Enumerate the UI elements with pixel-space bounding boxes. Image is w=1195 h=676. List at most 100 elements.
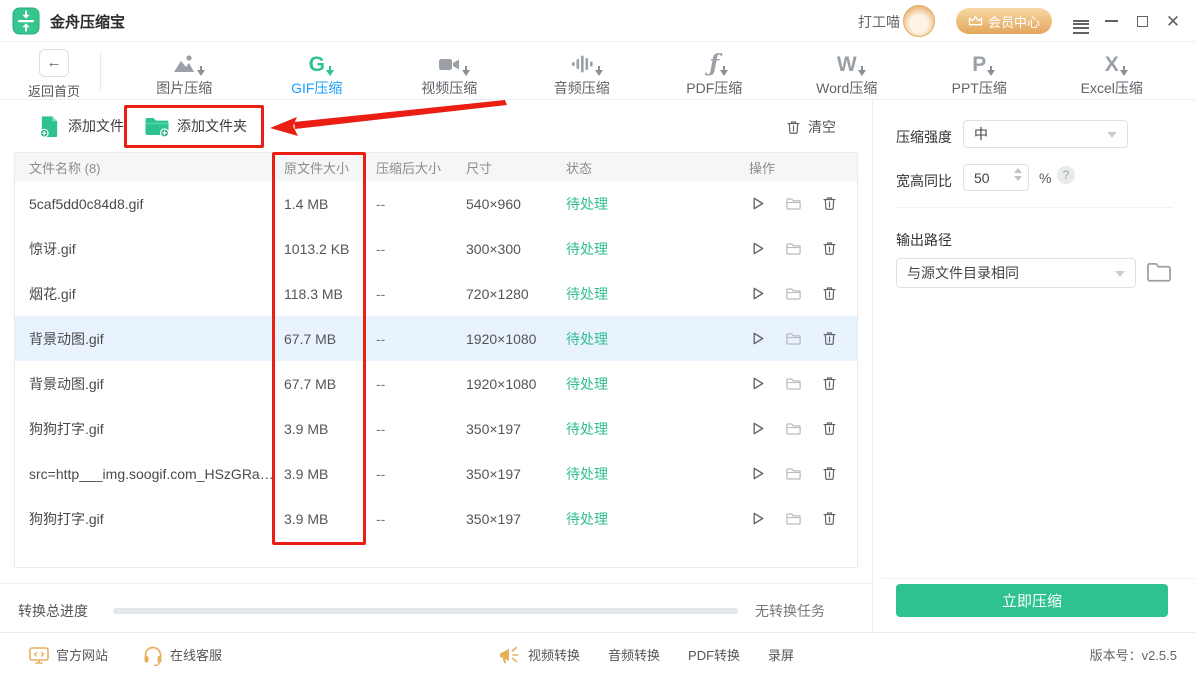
header-compressed-size: 压缩后大小 [376, 158, 466, 177]
open-folder-button[interactable] [785, 510, 802, 527]
megaphone-icon [498, 644, 522, 666]
open-folder-button[interactable] [785, 420, 802, 437]
play-button[interactable] [749, 285, 766, 302]
audio-convert-link[interactable]: 音频转换 [608, 645, 660, 664]
audio-compress-icon [570, 49, 594, 75]
footer-bar: 官方网站 在线客服 视频转换 音频转换 PDF转换 录屏 版本号：v2.5.5 [0, 632, 1195, 676]
browse-folder-button[interactable] [1145, 258, 1173, 286]
header-original-size: 原文件大小 [284, 158, 376, 177]
open-folder-button[interactable] [785, 330, 802, 347]
play-button[interactable] [749, 330, 766, 347]
headset-icon [142, 644, 164, 666]
ppt-compress-icon: P [972, 49, 986, 75]
delete-button[interactable] [821, 375, 838, 392]
open-folder-button[interactable] [785, 465, 802, 482]
output-path-dropdown[interactable]: 与源文件目录相同 [896, 258, 1136, 288]
table-row[interactable]: src=http___img.soogif.com_HSzGRass8.. 3.… [15, 451, 857, 496]
play-button[interactable] [749, 420, 766, 437]
play-button[interactable] [749, 195, 766, 212]
nav-divider [100, 52, 101, 90]
ratio-stepper[interactable] [1014, 168, 1022, 181]
settings-panel: 压缩强度 中 宽高同比 % ? 输出路径 与源文件目录相同 立即压缩 [872, 100, 1195, 632]
open-folder-button[interactable] [785, 195, 802, 212]
table-row[interactable]: 烟花.gif 118.3 MB -- 720×1280 待处理 [15, 271, 857, 316]
menu-button[interactable] [1066, 0, 1096, 42]
back-arrow-icon: ← [39, 49, 69, 77]
table-row[interactable]: 5caf5dd0c84d8.gif 1.4 MB -- 540×960 待处理 [15, 181, 857, 226]
image-compress-icon [172, 49, 196, 75]
back-home-label: 返回首页 [26, 81, 82, 100]
header-dimensions: 尺寸 [466, 158, 566, 177]
tab-excel-compress[interactable]: X Excel压缩 [1046, 42, 1179, 100]
add-file-button[interactable]: 添加文件 [38, 114, 124, 138]
username[interactable]: 打工喵 [858, 12, 900, 32]
pdf-convert-link[interactable]: PDF转换 [688, 645, 740, 664]
table-row[interactable]: 惊讶.gif 1013.2 KB -- 300×300 待处理 [15, 226, 857, 271]
add-folder-button[interactable]: 添加文件夹 [144, 114, 247, 138]
official-site-link[interactable]: 官方网站 [28, 644, 108, 666]
status-badge: 待处理 [566, 194, 749, 214]
ratio-label: 宽高同比 [896, 171, 952, 191]
clear-list-button[interactable]: 清空 [785, 117, 836, 137]
status-badge: 待处理 [566, 419, 749, 439]
delete-button[interactable] [821, 420, 838, 437]
tab-word-compress[interactable]: W Word压缩 [781, 42, 914, 100]
add-file-label: 添加文件 [68, 116, 124, 136]
open-folder-button[interactable] [785, 375, 802, 392]
panel-divider [881, 578, 1195, 579]
play-button[interactable] [749, 510, 766, 527]
play-button[interactable] [749, 375, 766, 392]
status-badge: 待处理 [566, 329, 749, 349]
video-convert-link[interactable]: 视频转换 [498, 644, 580, 666]
tab-ppt-compress[interactable]: P PPT压缩 [913, 42, 1046, 100]
delete-button[interactable] [821, 510, 838, 527]
progress-bar [113, 608, 738, 614]
tab-audio-compress[interactable]: 音频压缩 [516, 42, 649, 100]
table-row[interactable]: 狗狗打字.gif 3.9 MB -- 350×197 待处理 [15, 406, 857, 451]
output-path-value: 与源文件目录相同 [907, 263, 1019, 283]
close-button[interactable]: ✕ [1158, 0, 1188, 42]
open-folder-button[interactable] [785, 285, 802, 302]
delete-button[interactable] [821, 240, 838, 257]
video-compress-icon [437, 49, 461, 75]
header-status: 状态 [566, 158, 749, 177]
nav-bar: ← 返回首页 图片压缩 G GIF压缩 视频压缩 音频压缩 ƒ PDF压缩 W … [0, 42, 1195, 100]
table-row[interactable]: 背景动图.gif 67.7 MB -- 1920×1080 待处理 [15, 361, 857, 406]
vip-center-button[interactable]: 会员中心 [956, 8, 1052, 34]
delete-button[interactable] [821, 195, 838, 212]
tab-pdf-compress[interactable]: ƒ PDF压缩 [648, 42, 781, 100]
clear-label: 清空 [808, 117, 836, 137]
table-header: 文件名称 (8) 原文件大小 压缩后大小 尺寸 状态 操作 [15, 153, 857, 181]
progress-status: 无转换任务 [755, 601, 825, 621]
file-table: 文件名称 (8) 原文件大小 压缩后大小 尺寸 状态 操作 5caf5dd0c8… [14, 152, 858, 568]
open-folder-button[interactable] [785, 240, 802, 257]
delete-button[interactable] [821, 285, 838, 302]
tab-gif-compress[interactable]: G GIF压缩 [251, 42, 384, 100]
online-support-link[interactable]: 在线客服 [142, 644, 222, 666]
play-button[interactable] [749, 465, 766, 482]
table-row-selected[interactable]: 背景动图.gif 67.7 MB -- 1920×1080 待处理 [15, 316, 857, 361]
progress-label: 转换总进度 [18, 601, 88, 621]
maximize-button[interactable] [1127, 0, 1157, 42]
output-path-label: 输出路径 [896, 230, 952, 250]
tab-video-compress[interactable]: 视频压缩 [383, 42, 516, 100]
app-logo-icon [12, 7, 40, 35]
play-button[interactable] [749, 240, 766, 257]
table-row[interactable]: 狗狗打字.gif 3.9 MB -- 350×197 待处理 [15, 496, 857, 541]
help-icon[interactable]: ? [1057, 166, 1075, 184]
add-folder-icon [144, 114, 170, 138]
title-bar: 金舟压缩宝 打工喵 会员中心 ✕ [0, 0, 1195, 42]
user-avatar[interactable] [903, 5, 935, 37]
progress-strip: 转换总进度 无转换任务 [0, 583, 872, 632]
strength-dropdown[interactable]: 中 [963, 120, 1128, 148]
minimize-button[interactable] [1096, 0, 1126, 42]
compress-now-button[interactable]: 立即压缩 [896, 584, 1168, 617]
header-actions: 操作 [749, 158, 857, 177]
vip-center-label: 会员中心 [988, 12, 1040, 31]
delete-button[interactable] [821, 330, 838, 347]
back-home-button[interactable]: ← 返回首页 [26, 47, 82, 100]
tab-image-compress[interactable]: 图片压缩 [118, 42, 251, 100]
app-title: 金舟压缩宝 [50, 11, 125, 32]
delete-button[interactable] [821, 465, 838, 482]
screen-record-link[interactable]: 录屏 [768, 645, 794, 664]
